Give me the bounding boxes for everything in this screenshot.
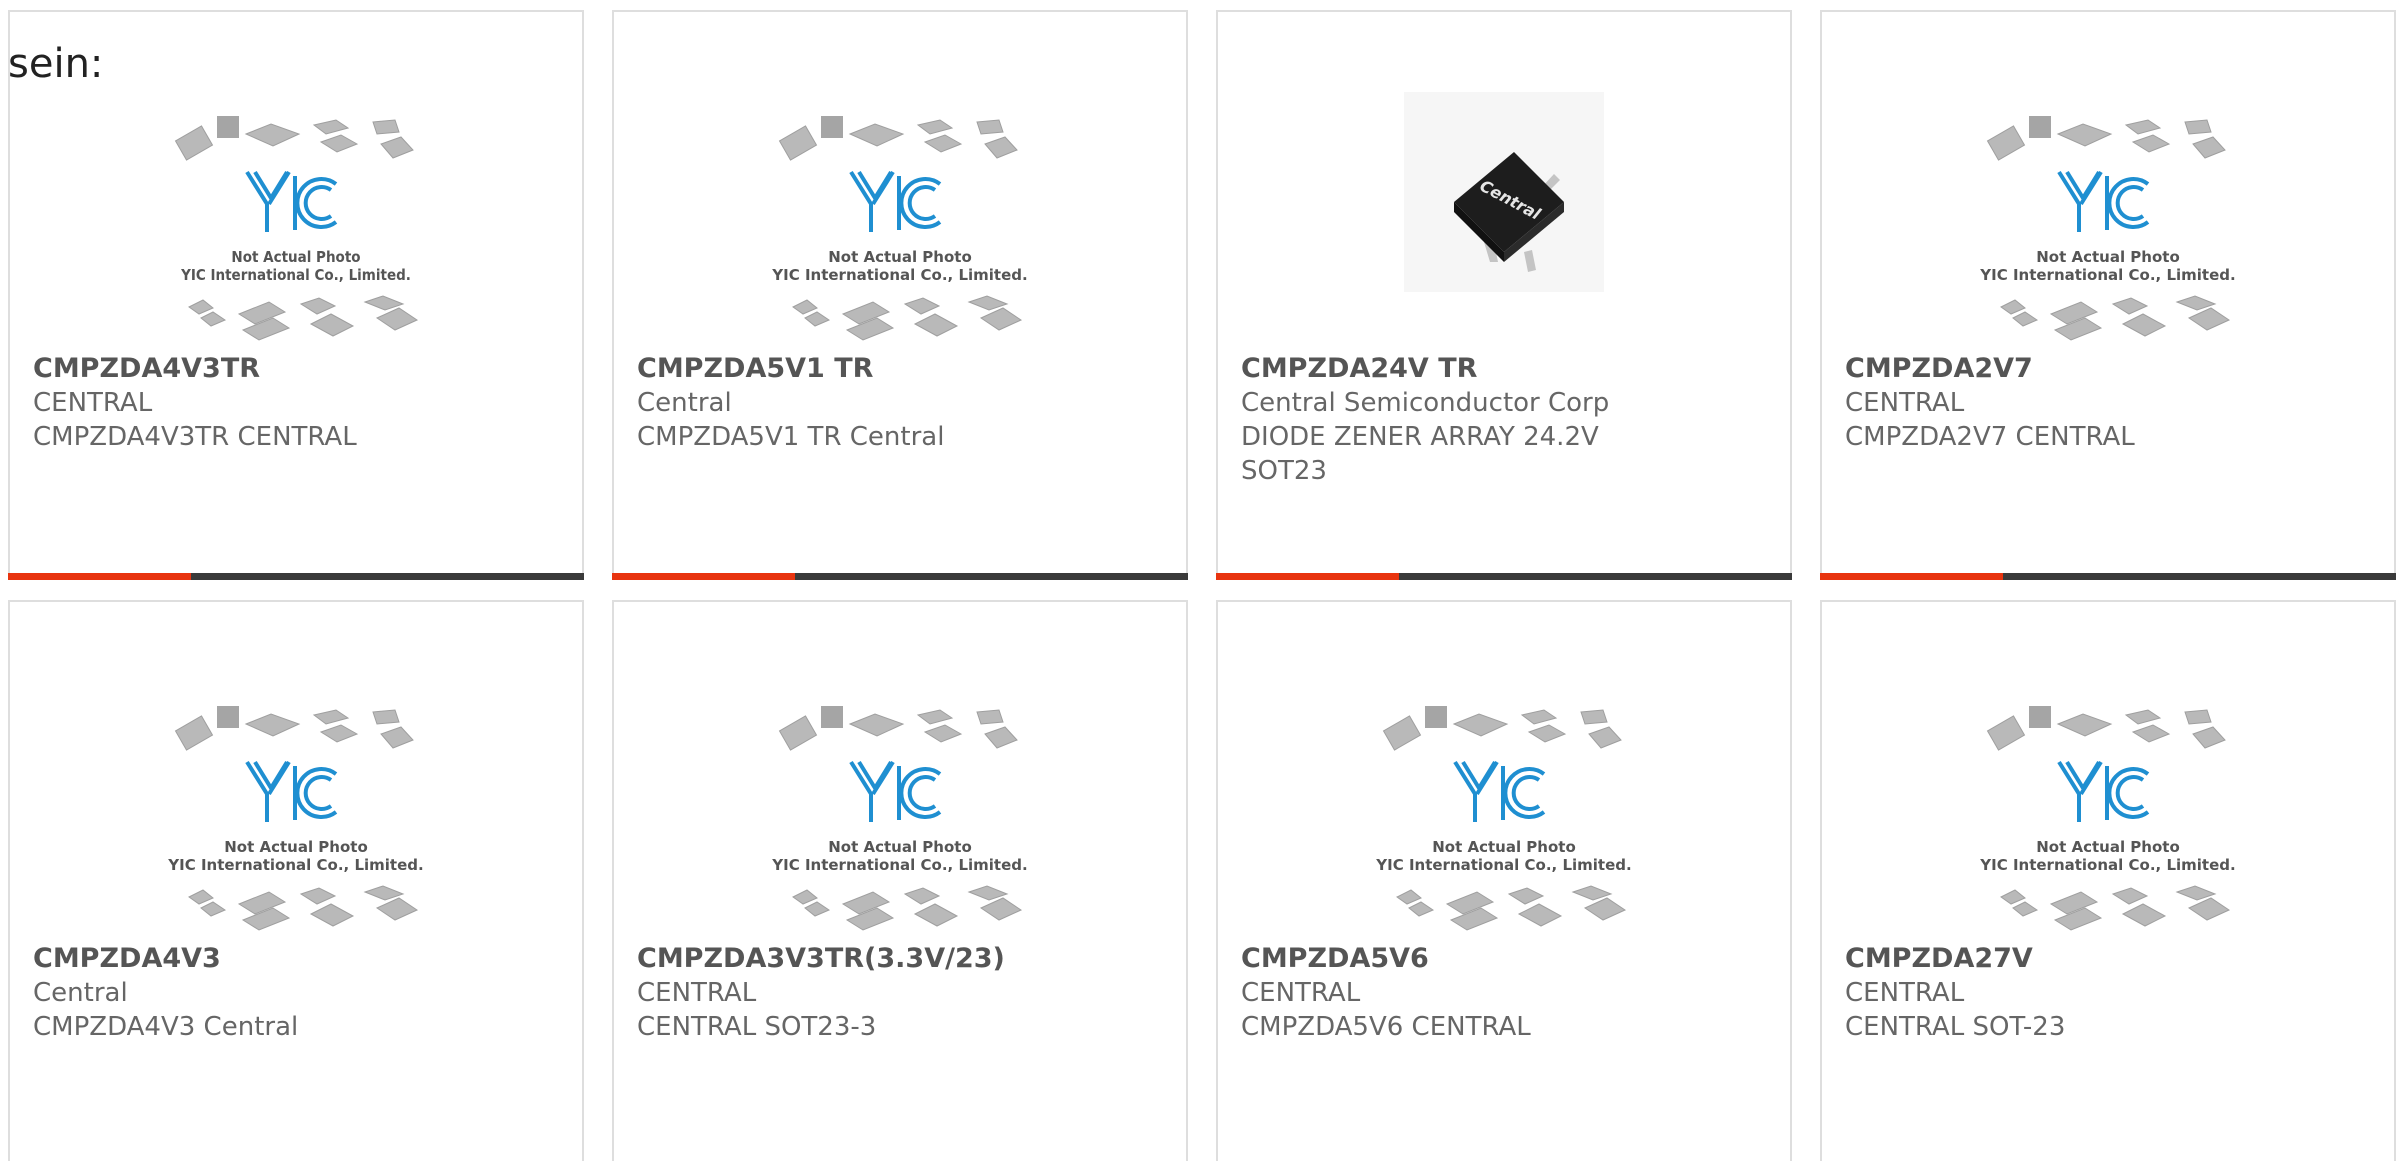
product-grid-page: sein: Not Actual Photo YIC International… [0, 0, 2400, 1161]
svg-text:YIC International Co., Limited: YIC International Co., Limited. [180, 266, 411, 284]
part-number-link[interactable]: CMPZDA3V3TR(3.3V/23) [637, 942, 1166, 976]
svg-text:YIC International Co., Limited: YIC International Co., Limited. [771, 856, 1027, 874]
product-card[interactable]: Not Actual Photo YIC International Co., … [8, 10, 584, 580]
product-info: CMPZDA24V TR Central Semiconductor Corp … [1241, 352, 1770, 488]
svg-text:Not Actual Photo: Not Actual Photo [2036, 838, 2180, 856]
svg-text:Not Actual Photo: Not Actual Photo [231, 248, 360, 266]
description: CMPZDA5V6 CENTRAL [1241, 1012, 1531, 1042]
product-image[interactable]: Not Actual Photo YIC International Co., … [10, 92, 582, 362]
part-number-link[interactable]: CMPZDA5V1 TR [637, 352, 1166, 386]
accent-segment [612, 573, 795, 580]
svg-text:Not Actual Photo: Not Actual Photo [1432, 838, 1576, 856]
product-card[interactable]: Not Actual Photo YIC International Co., … [1820, 10, 2396, 580]
card-accent-bar [1216, 573, 1792, 580]
description: CMPZDA5V1 TR Central [637, 422, 945, 452]
not-actual-photo-placeholder: Not Actual Photo YIC International Co., … [167, 706, 424, 931]
part-number-link[interactable]: CMPZDA4V3 [33, 942, 562, 976]
heading-fragment: sein: [8, 41, 104, 87]
not-actual-photo-placeholder: Not Actual Photo YIC International Co., … [1979, 116, 2236, 341]
product-card[interactable]: Not Actual Photo YIC International Co., … [612, 10, 1188, 580]
product-image[interactable]: Not Actual Photo YIC International Co., … [1822, 92, 2394, 362]
part-number-link[interactable]: CMPZDA27V [1845, 942, 2374, 976]
svg-text:YIC International Co., Limited: YIC International Co., Limited. [771, 266, 1027, 284]
not-actual-photo-placeholder: Not Actual Photo YIC International Co., … [771, 116, 1028, 341]
product-image[interactable]: Not Actual Photo YIC International Co., … [614, 682, 1186, 952]
manufacturer: CENTRAL [33, 388, 153, 418]
product-card[interactable]: Central CMPZDA24V TR Central Semiconduct… [1216, 10, 1792, 580]
part-number-link[interactable]: CMPZDA4V3TR [33, 352, 562, 386]
not-actual-photo-placeholder: Not Actual Photo YIC International Co., … [1375, 706, 1632, 931]
description: CENTRAL SOT-23 [1845, 1012, 2066, 1042]
accent-segment [1820, 573, 2003, 580]
part-number-link[interactable]: CMPZDA5V6 [1241, 942, 1770, 976]
description: CMPZDA2V7 CENTRAL [1845, 422, 2135, 452]
product-image[interactable]: Not Actual Photo YIC International Co., … [10, 682, 582, 952]
part-number-link[interactable]: CMPZDA24V TR [1241, 352, 1770, 386]
manufacturer: Central [33, 978, 128, 1008]
svg-text:Not Actual Photo: Not Actual Photo [224, 838, 368, 856]
description: DIODE ZENER ARRAY 24.2V SOT23 [1241, 422, 1599, 486]
product-image[interactable]: Not Actual Photo YIC International Co., … [614, 92, 1186, 362]
product-info: CMPZDA4V3 Central CMPZDA4V3 Central [33, 942, 562, 1044]
product-card[interactable]: Not Actual Photo YIC International Co., … [8, 600, 584, 1161]
product-card[interactable]: Not Actual Photo YIC International Co., … [612, 600, 1188, 1161]
svg-text:Not Actual Photo: Not Actual Photo [2036, 248, 2180, 266]
product-info: CMPZDA27V CENTRAL CENTRAL SOT-23 [1845, 942, 2374, 1044]
card-accent-bar [8, 573, 584, 580]
product-info: CMPZDA4V3TR CENTRAL CMPZDA4V3TR CENTRAL [33, 352, 562, 454]
product-image[interactable]: Central [1218, 92, 1790, 362]
not-actual-photo-placeholder: Not Actual Photo YIC International Co., … [1979, 706, 2236, 931]
description: CMPZDA4V3 Central [33, 1012, 299, 1042]
product-info: CMPZDA2V7 CENTRAL CMPZDA2V7 CENTRAL [1845, 352, 2374, 454]
card-accent-bar [612, 573, 1188, 580]
manufacturer: CENTRAL [1845, 978, 1965, 1008]
description: CMPZDA4V3TR CENTRAL [33, 422, 357, 452]
svg-text:YIC International Co., Limited: YIC International Co., Limited. [1979, 856, 2235, 874]
accent-segment [1216, 573, 1399, 580]
manufacturer: CENTRAL [1241, 978, 1361, 1008]
sot23-chip-photo: Central [1404, 92, 1604, 292]
card-accent-bar [1820, 573, 2396, 580]
product-card[interactable]: Not Actual Photo YIC International Co., … [1216, 600, 1792, 1161]
svg-text:YIC International Co., Limited: YIC International Co., Limited. [167, 856, 423, 874]
not-actual-photo-placeholder: Not Actual Photo YIC International Co., … [771, 706, 1028, 931]
product-info: CMPZDA5V1 TR Central CMPZDA5V1 TR Centra… [637, 352, 1166, 454]
product-card[interactable]: Not Actual Photo YIC International Co., … [1820, 600, 2396, 1161]
product-image[interactable]: Not Actual Photo YIC International Co., … [1822, 682, 2394, 952]
svg-text:YIC International Co., Limited: YIC International Co., Limited. [1979, 266, 2235, 284]
svg-text:Not Actual Photo: Not Actual Photo [828, 248, 972, 266]
svg-text:Not Actual Photo: Not Actual Photo [828, 838, 972, 856]
product-image[interactable]: Not Actual Photo YIC International Co., … [1218, 682, 1790, 952]
manufacturer: CENTRAL [637, 978, 757, 1008]
accent-segment [8, 573, 191, 580]
description: CENTRAL SOT23-3 [637, 1012, 877, 1042]
part-number-link[interactable]: CMPZDA2V7 [1845, 352, 2374, 386]
not-actual-photo-placeholder: Not Actual Photo YIC International Co., … [174, 116, 419, 341]
product-info: CMPZDA5V6 CENTRAL CMPZDA5V6 CENTRAL [1241, 942, 1770, 1044]
manufacturer: Central [637, 388, 732, 418]
manufacturer: Central Semiconductor Corp [1241, 388, 1610, 418]
product-info: CMPZDA3V3TR(3.3V/23) CENTRAL CENTRAL SOT… [637, 942, 1166, 1044]
manufacturer: CENTRAL [1845, 388, 1965, 418]
svg-text:YIC International Co., Limited: YIC International Co., Limited. [1375, 856, 1631, 874]
